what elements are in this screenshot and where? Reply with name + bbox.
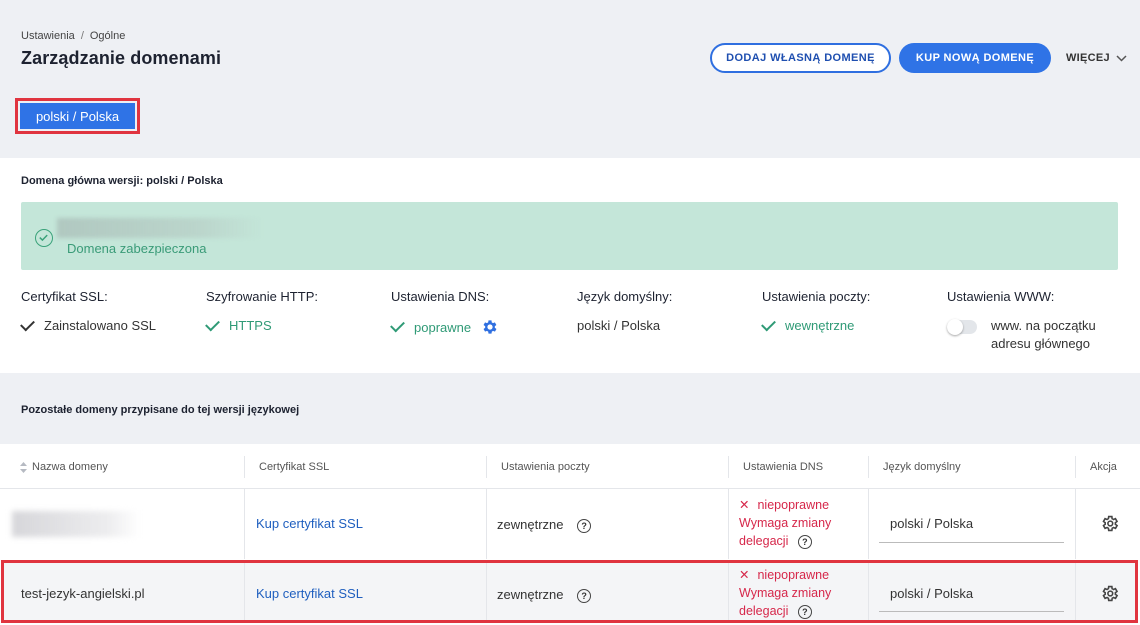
- stat-mail-label: Ustawienia poczty:: [762, 289, 871, 304]
- column-divider: [1075, 563, 1076, 620]
- breadcrumb-current: Ogólne: [89, 30, 126, 42]
- help-icon[interactable]: ?: [797, 604, 812, 619]
- help-icon[interactable]: ?: [797, 534, 812, 549]
- error-x-icon: ✕: [739, 568, 750, 582]
- stat-lang: Język domyślny: polski / Polska: [577, 289, 672, 333]
- more-label: WIĘCEJ: [1066, 52, 1110, 64]
- stat-http-label: Szyfrowanie HTTP:: [206, 289, 318, 304]
- main-domain-title: Domena główna wersji: polski / Polska: [21, 175, 223, 187]
- column-header-lang: Język domyślny: [883, 461, 961, 473]
- stat-www: Ustawienia WWW: www. na początku adresu …: [947, 289, 1116, 353]
- more-menu-button[interactable]: WIĘCEJ: [1066, 52, 1127, 64]
- column-divider: [1075, 489, 1076, 559]
- row-divider: [0, 488, 1140, 489]
- help-icon[interactable]: ?: [577, 588, 592, 603]
- chevron-down-icon: [1116, 54, 1127, 62]
- stat-dns: Ustawienia DNS: poprawne: [390, 289, 499, 336]
- breadcrumb: Ustawienia / Ogólne: [21, 30, 126, 42]
- breadcrumb-parent[interactable]: Ustawienia: [21, 30, 75, 42]
- stat-lang-value: polski / Polska: [577, 318, 661, 333]
- column-divider: [728, 489, 729, 559]
- other-domains-title: Pozostałe domeny przypisane do tej wersj…: [21, 404, 300, 416]
- buy-ssl-link[interactable]: Kup certyfikat SSL: [256, 516, 363, 531]
- check-circle-icon: [35, 229, 53, 247]
- add-own-domain-button[interactable]: DODAJ WŁASNĄ DOMENĘ: [710, 43, 891, 73]
- column-divider: [868, 489, 869, 559]
- mail-setting-value: zewnętrzne: [497, 517, 564, 532]
- column-header-mail: Ustawienia poczty: [501, 461, 590, 473]
- mail-setting: zewnętrzne ?: [497, 517, 592, 533]
- stat-dns-value: poprawne: [414, 319, 472, 335]
- help-icon[interactable]: ?: [577, 518, 592, 533]
- error-x-icon: ✕: [739, 498, 750, 512]
- buy-new-domain-button[interactable]: KUP NOWĄ DOMENĘ: [899, 43, 1051, 73]
- main-domain-name-redacted: [57, 218, 262, 238]
- stat-www-label: Ustawienia WWW:: [947, 289, 1055, 304]
- column-divider: [244, 456, 245, 478]
- stat-ssl: Certyfikat SSL: Zainstalowano SSL: [20, 289, 157, 333]
- domain-name: test-jezyk-angielski.pl: [21, 586, 145, 601]
- domain-name-redacted: [12, 511, 140, 537]
- stat-ssl-label: Certyfikat SSL:: [21, 289, 108, 304]
- column-divider: [486, 563, 487, 620]
- check-icon: [761, 316, 776, 331]
- stat-http-value: HTTPS: [229, 318, 272, 333]
- column-header-action: Akcja: [1090, 461, 1117, 473]
- select-underline: [879, 542, 1064, 543]
- settings-gear-icon[interactable]: [1100, 514, 1119, 533]
- mail-setting-value: zewnętrzne: [497, 587, 564, 602]
- stat-mail: Ustawienia poczty: wewnętrzne: [761, 289, 871, 333]
- dns-note: Wymaga zmiany delegacji: [739, 516, 832, 548]
- dns-status: ✕ niepoprawne Wymaga zmiany delegacji ?: [739, 496, 864, 550]
- column-divider: [244, 563, 245, 620]
- stat-mail-value: wewnętrzne: [785, 318, 855, 333]
- column-divider: [728, 456, 729, 478]
- stat-ssl-value: Zainstalowano SSL: [44, 318, 157, 333]
- language-select[interactable]: polski / Polska: [890, 516, 973, 531]
- stat-http: Szyfrowanie HTTP: HTTPS: [205, 289, 318, 333]
- buy-ssl-link[interactable]: Kup certyfikat SSL: [256, 586, 363, 601]
- language-select[interactable]: polski / Polska: [890, 586, 973, 601]
- sort-icon: [20, 461, 27, 473]
- column-divider: [728, 563, 729, 620]
- settings-gear-icon[interactable]: [1100, 584, 1119, 603]
- language-tab-highlight: polski / Polska: [15, 98, 140, 134]
- www-toggle[interactable]: [947, 319, 977, 335]
- column-divider: [486, 456, 487, 478]
- dns-settings-gear-icon[interactable]: [481, 318, 499, 336]
- select-underline: [879, 611, 1064, 612]
- check-icon: [205, 316, 220, 331]
- stat-lang-label: Język domyślny:: [577, 289, 673, 304]
- column-header-name[interactable]: Nazwa domeny: [20, 461, 108, 473]
- check-icon: [390, 317, 405, 333]
- stat-dns-label: Ustawienia DNS:: [391, 289, 490, 304]
- column-divider: [1075, 456, 1076, 478]
- dns-status: ✕ niepoprawne Wymaga zmiany delegacji ?: [739, 566, 864, 620]
- dns-status-value: niepoprawne: [757, 568, 830, 582]
- column-divider: [486, 489, 487, 559]
- secure-status-text: Domena zabezpieczona: [67, 241, 207, 256]
- column-divider: [868, 456, 869, 478]
- column-divider: [868, 563, 869, 620]
- page-title: Zarządzanie domenami: [21, 48, 222, 68]
- column-header-dns: Ustawienia DNS: [743, 461, 824, 473]
- stat-www-value: www. na początku adresu głównego: [991, 318, 1096, 351]
- column-header-name-label: Nazwa domeny: [32, 461, 108, 473]
- language-tab-polski[interactable]: polski / Polska: [20, 103, 135, 129]
- dns-status-value: niepoprawne: [757, 498, 830, 512]
- column-divider: [244, 489, 245, 559]
- check-icon: [20, 316, 35, 331]
- dns-note: Wymaga zmiany delegacji: [739, 586, 832, 618]
- mail-setting: zewnętrzne ?: [497, 587, 592, 603]
- column-header-ssl: Certyfikat SSL: [259, 461, 330, 473]
